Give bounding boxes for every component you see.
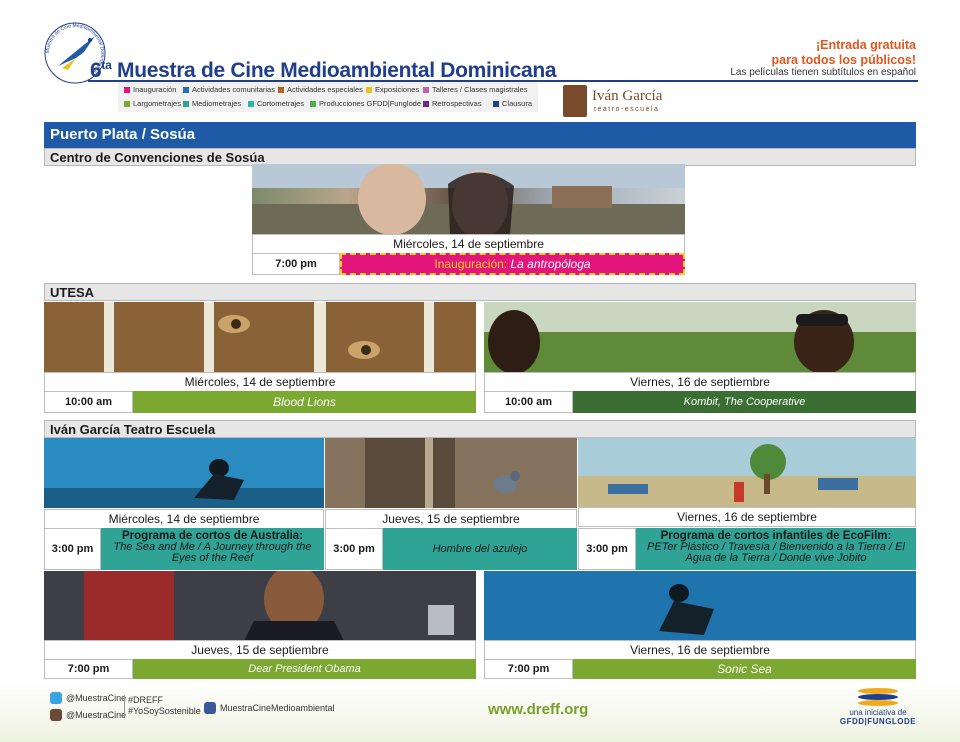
footer: @MuestraCine @MuestraCine #DREFF #YoSoyS… (0, 682, 960, 742)
event-time: 3:00 pm (325, 528, 383, 570)
legend-item: Cortometrajes (248, 99, 304, 108)
instagram-link[interactable]: @MuestraCine (50, 709, 126, 721)
hashtags: #DREFF #YoSoySostenible (124, 695, 201, 717)
film-still-hombre-del-azulejo (325, 438, 577, 508)
legend-swatch (423, 86, 429, 93)
film-australia-program: Programa de cortos de Australia: The Sea… (101, 528, 324, 570)
free-entry-notice: ¡Entrada gratuita para todos los público… (771, 38, 916, 67)
legend-swatch (248, 100, 254, 107)
event-date: Jueves, 15 de septiembre (44, 640, 476, 660)
facebook-icon (204, 702, 216, 714)
event-date: Jueves, 15 de septiembre (325, 509, 577, 529)
film-title: Sonic Sea (573, 659, 916, 679)
event-date: Viernes, 16 de septiembre (578, 507, 916, 527)
legend-swatch (183, 86, 189, 93)
film-still-la-antropologa (252, 164, 685, 234)
film-title: Dear President Obama (133, 659, 476, 679)
event-date: Miércoles, 14 de septiembre (44, 372, 476, 392)
legend-swatch (493, 100, 499, 107)
film-title: La antropóloga (510, 257, 591, 271)
venue-title: UTESA (44, 283, 916, 301)
film-ecofilm-program: Programa de cortos infantiles de EcoFilm… (636, 528, 916, 570)
legend-item: Inauguración (124, 85, 176, 94)
legend-item: Talleres / Clases magistrales (423, 85, 527, 94)
event-date: Viernes, 16 de septiembre (484, 640, 916, 660)
legend-item: Exposiciones (366, 85, 419, 94)
event-time: 3:00 pm (44, 528, 101, 570)
legend-item: Mediometrajes (183, 99, 241, 108)
event-time: 7:00 pm (252, 253, 340, 275)
film-title: Blood Lions (133, 391, 476, 413)
legend-swatch (366, 86, 372, 93)
legend-item: Largometrajes (124, 99, 181, 108)
film-still-dear-president-obama (44, 571, 476, 641)
subtitles-note: Las películas tienen subtítulos en españ… (730, 67, 916, 78)
film-inauguracion: Inauguración: La antropóloga (340, 253, 685, 275)
facebook-link[interactable]: MuestraCineMedioambiental (204, 702, 335, 714)
legend-item: Actividades especiales (278, 85, 363, 94)
legend-swatch (310, 100, 316, 107)
legend-item: Actividades comunitarias (183, 85, 275, 94)
legend-swatch (183, 100, 189, 107)
film-still-sonic-sea (484, 571, 916, 641)
legend-swatch (278, 86, 284, 93)
event-time: 7:00 pm (484, 659, 573, 679)
region-title: Puerto Plata / Sosúa (44, 122, 916, 148)
film-title: Kombit, The Cooperative (573, 391, 916, 413)
gfdd-funglode-logo: una iniciativa de GFDD|FUNGLODE (838, 686, 918, 726)
film-still-ecofilm-shorts (578, 438, 916, 508)
mask-icon (563, 85, 587, 117)
film-label: Inauguración: (434, 257, 508, 271)
event-time: 10:00 am (44, 391, 133, 413)
legend-item: Clausura (493, 99, 532, 108)
twitter-link[interactable]: @MuestraCine (50, 692, 126, 704)
legend-swatch (423, 100, 429, 107)
film-still-kombit (484, 302, 916, 372)
website-link[interactable]: www.dreff.org (488, 701, 588, 718)
legend-swatch (124, 86, 130, 93)
twitter-icon (50, 692, 62, 704)
program-films: The Sea and Me / A Journey through the E… (113, 541, 312, 564)
event-time: 3:00 pm (578, 528, 636, 570)
partner-logo: Iván García teatro-escuela (563, 85, 673, 119)
instagram-icon (50, 709, 62, 721)
category-legend: Inauguración Actividades comunitarias Ac… (118, 82, 538, 112)
legend-item: Retrospectivas (423, 99, 482, 108)
venue-title: Iván García Teatro Escuela (44, 420, 916, 438)
hashtag-dreff: #DREFF (128, 695, 164, 705)
film-still-australia-shorts (44, 438, 324, 508)
event-date: Miércoles, 14 de septiembre (44, 509, 324, 529)
event-time: 10:00 am (484, 391, 573, 413)
film-still-blood-lions (44, 302, 476, 372)
legend-item: Producciones GFDD|Funglode (310, 99, 421, 108)
event-time: 7:00 pm (44, 659, 133, 679)
event-date: Miércoles, 14 de septiembre (252, 234, 685, 254)
rings-icon (855, 686, 901, 708)
event-date: Viernes, 16 de septiembre (484, 372, 916, 392)
hashtag-yosoysostenible: #YoSoySostenible (128, 706, 201, 716)
legend-swatch (124, 100, 130, 107)
program-films: PETer Plástico / Travesía / Bienvenido a… (647, 541, 905, 564)
film-title: Hombre del azulejo (383, 528, 577, 570)
